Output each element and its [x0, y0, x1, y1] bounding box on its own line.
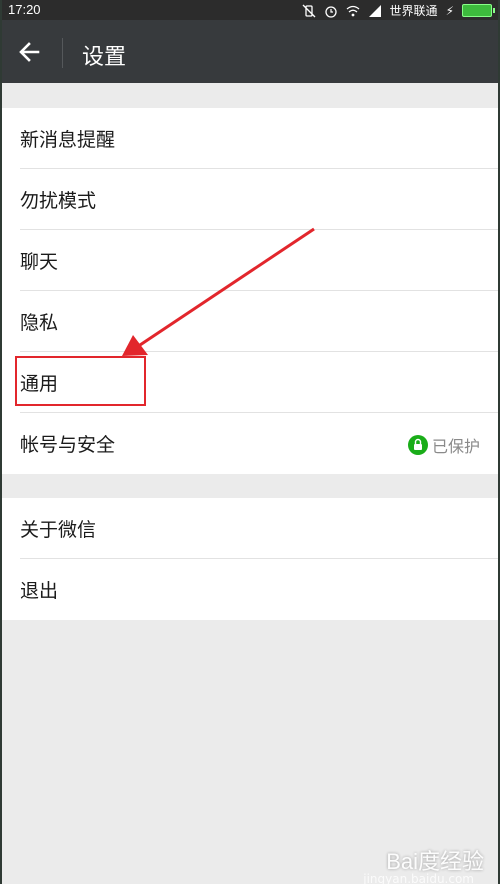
page-title: 设置: [82, 45, 127, 70]
back-arrow-icon[interactable]: [16, 38, 44, 66]
settings-item-account-security[interactable]: 帐号与安全 已保护: [20, 413, 498, 474]
settings-group-secondary: 关于微信 退出: [2, 498, 498, 620]
settings-group-main: 新消息提醒 勿扰模式 聊天 隐私 通用 帐号与安全 已保护: [2, 108, 498, 474]
watermark-text: Bai度经验: [386, 849, 484, 874]
app-header: 设置: [2, 20, 498, 83]
watermark-url: jingyan.baidu.com: [363, 872, 474, 884]
header-divider: [62, 38, 63, 68]
highlight-box: [15, 356, 146, 406]
battery-icon: [462, 4, 495, 17]
settings-item-label: 帐号与安全: [20, 434, 116, 456]
status-time: 17:20: [8, 2, 41, 17]
wifi-icon: [346, 5, 359, 16]
settings-item-label: 关于微信: [20, 519, 97, 541]
charging-icon: ⚡: [445, 3, 454, 18]
settings-item-new-message-alerts[interactable]: 新消息提醒: [20, 108, 498, 169]
settings-item-label: 退出: [20, 580, 59, 602]
settings-item-do-not-disturb[interactable]: 勿扰模式: [20, 169, 498, 230]
settings-item-label: 勿扰模式: [20, 190, 97, 212]
settings-item-privacy[interactable]: 隐私: [20, 291, 498, 352]
carrier-name: 世界联通: [389, 4, 438, 18]
lock-icon: [407, 435, 428, 455]
vibrate-off-icon: [302, 4, 316, 17]
status-bar: 17:20 世界联通 ⚡: [2, 0, 498, 20]
settings-item-label: 隐私: [20, 312, 59, 334]
status-icons: 世界联通 ⚡: [302, 2, 495, 19]
settings-item-label: 聊天: [20, 251, 59, 273]
settings-item-about-wechat[interactable]: 关于微信: [20, 498, 498, 559]
status-text: 已保护: [431, 437, 480, 456]
account-protected-status: 已保护: [407, 433, 480, 457]
signal-icon: [368, 4, 381, 17]
alarm-icon: [324, 5, 337, 18]
settings-item-logout[interactable]: 退出: [20, 559, 498, 620]
settings-item-label: 新消息提醒: [20, 129, 116, 151]
settings-screen: 17:20 世界联通 ⚡ 设置 新消息提醒 勿扰模式 聊天 隐私 通用 帐号与安…: [2, 0, 498, 884]
settings-item-chat[interactable]: 聊天: [20, 230, 498, 291]
